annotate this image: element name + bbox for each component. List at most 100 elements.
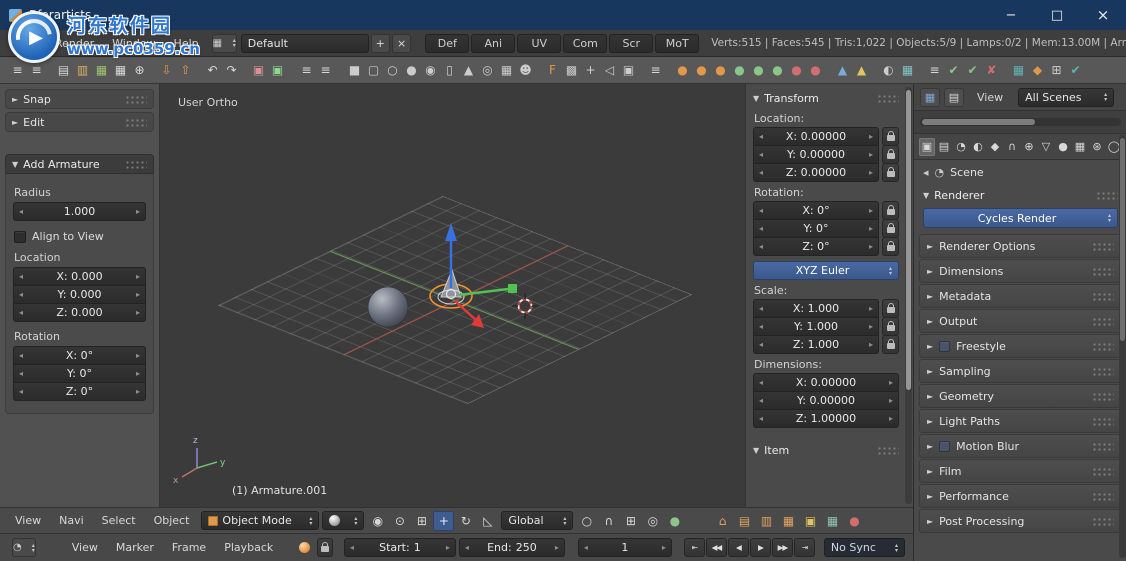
- add-armature-panel-header[interactable]: ▼ Add Armature: [5, 154, 154, 174]
- panel-grip[interactable]: [1096, 191, 1118, 200]
- group-icon[interactable]: ▥: [756, 511, 777, 531]
- lock-toggle[interactable]: [882, 335, 899, 354]
- location-field[interactable]: ◂ Z: 0.00000 ▸: [753, 163, 879, 182]
- panel-grip[interactable]: [877, 94, 899, 103]
- copy-menu-icon[interactable]: ⌂: [712, 511, 733, 531]
- add-icosphere-icon[interactable]: ◉: [421, 60, 440, 80]
- tab-material[interactable]: ●: [1055, 138, 1071, 156]
- tab-object[interactable]: ◆: [987, 138, 1003, 156]
- scrollbar-thumb[interactable]: [1120, 138, 1125, 341]
- properties-section-header[interactable]: ► Output: [919, 309, 1122, 333]
- play-button[interactable]: ▶: [750, 538, 771, 557]
- location-field[interactable]: ◂ Z: 0.000 ▸: [13, 303, 146, 322]
- increment-arrow-icon[interactable]: ▸: [134, 207, 142, 216]
- effector-icon-1[interactable]: ●: [787, 60, 806, 80]
- decrement-arrow-icon[interactable]: ◂: [757, 242, 765, 251]
- decrement-arrow-icon[interactable]: ◂: [757, 340, 765, 349]
- increment-arrow-icon[interactable]: ▸: [134, 387, 142, 396]
- decrement-arrow-icon[interactable]: ◂: [757, 414, 765, 423]
- dimension-field[interactable]: ◂ Z: 1.00000 ▸: [753, 409, 899, 428]
- rotation-field[interactable]: ◂ Y: 0° ▸: [13, 364, 146, 383]
- decrement-arrow-icon[interactable]: ◂: [17, 351, 25, 360]
- properties-section-header[interactable]: ► Renderer Options: [919, 234, 1122, 258]
- editor-type-button[interactable]: ▦ ▴▾: [212, 34, 237, 53]
- parent-icon[interactable]: ▦: [778, 511, 799, 531]
- next-keyframe-button[interactable]: ▶▶: [772, 538, 793, 557]
- transform-panel-header[interactable]: ▼ Transform: [753, 88, 899, 108]
- delete-layout-button[interactable]: ×: [392, 34, 411, 53]
- scale-field[interactable]: ◂ Z: 1.000 ▸: [753, 335, 879, 354]
- panel-grip[interactable]: [1092, 317, 1114, 326]
- increment-arrow-icon[interactable]: ▸: [660, 543, 668, 552]
- panel-grip[interactable]: [877, 446, 899, 455]
- screen-button[interactable]: Ani: [471, 34, 515, 53]
- manipulator-scale-icon[interactable]: ◺: [477, 511, 498, 531]
- end-frame-field[interactable]: ◂ End:250 ▸: [459, 538, 565, 557]
- increment-arrow-icon[interactable]: ▸: [867, 224, 875, 233]
- menu-item[interactable]: Select: [93, 514, 145, 527]
- lock-toggle[interactable]: [882, 219, 899, 238]
- translate-manipulator[interactable]: [445, 223, 517, 328]
- viewport-3d[interactable]: z y x User Ortho (1) Armature.001: [160, 84, 745, 507]
- tool-shelf-panel-header[interactable]: ► Snap: [5, 89, 154, 109]
- item-panel-header[interactable]: ▼ Item: [753, 440, 899, 460]
- opengl-render-icon[interactable]: ●: [664, 511, 685, 531]
- rotation-field[interactable]: ◂ X: 0° ▸: [753, 201, 879, 220]
- add-camera-icon[interactable]: ▣: [619, 60, 638, 80]
- decrement-arrow-icon[interactable]: ◂: [463, 543, 471, 552]
- align-to-view-checkbox[interactable]: Align to View: [14, 230, 145, 243]
- decrement-arrow-icon[interactable]: ◂: [757, 378, 765, 387]
- n-panel-scrollbar[interactable]: [905, 87, 912, 504]
- add-grid-icon[interactable]: ▦: [497, 60, 516, 80]
- minimize-button[interactable]: −: [988, 0, 1034, 30]
- physics-icon[interactable]: ▦: [1009, 60, 1028, 80]
- decrement-arrow-icon[interactable]: ◂: [17, 387, 25, 396]
- metaball-icon-2[interactable]: ●: [692, 60, 711, 80]
- panel-grip[interactable]: [1092, 367, 1114, 376]
- force-field-icon-2[interactable]: ●: [749, 60, 768, 80]
- jump-to-end-button[interactable]: ⇥: [794, 538, 815, 557]
- checkbox-icon[interactable]: [14, 231, 26, 243]
- panel-grip[interactable]: [1092, 392, 1114, 401]
- decrement-arrow-icon[interactable]: ◂: [17, 369, 25, 378]
- increment-arrow-icon[interactable]: ▸: [887, 414, 895, 423]
- panel-grip[interactable]: [1092, 417, 1114, 426]
- add-sphere-icon[interactable]: ●: [402, 60, 421, 80]
- increment-arrow-icon[interactable]: ▸: [867, 168, 875, 177]
- properties-section-header[interactable]: ► Motion Blur: [919, 434, 1122, 458]
- keying-lock-button[interactable]: [317, 538, 333, 557]
- start-frame-field[interactable]: ◂ Start:1 ▸: [344, 538, 456, 557]
- add-empty-icon[interactable]: +: [581, 60, 600, 80]
- add-text-icon[interactable]: F: [543, 60, 562, 80]
- screen-button[interactable]: Def: [425, 34, 469, 53]
- pivot-point-icon[interactable]: ◉: [367, 511, 388, 531]
- increment-arrow-icon[interactable]: ▸: [867, 206, 875, 215]
- manipulator-space-icon[interactable]: ○: [576, 511, 597, 531]
- menu-item[interactable]: Object: [145, 514, 199, 527]
- decrement-arrow-icon[interactable]: ◂: [757, 132, 765, 141]
- properties-section-header[interactable]: ► Sampling: [919, 359, 1122, 383]
- outliner-view-menu[interactable]: View: [968, 91, 1012, 104]
- screen-button[interactable]: Scr: [609, 34, 653, 53]
- menu-item[interactable]: View: [6, 514, 50, 527]
- decrement-arrow-icon[interactable]: ◂: [757, 168, 765, 177]
- layout-menu-icon[interactable]: ≡: [27, 60, 46, 80]
- increment-arrow-icon[interactable]: ▸: [867, 340, 875, 349]
- link-append-icon[interactable]: ⊕: [130, 60, 149, 80]
- increment-arrow-icon[interactable]: ▸: [553, 543, 561, 552]
- increment-arrow-icon[interactable]: ▸: [134, 290, 142, 299]
- tab-object-data[interactable]: ▽: [1038, 138, 1054, 156]
- panel-grip[interactable]: [1092, 492, 1114, 501]
- tab-world[interactable]: ◐: [970, 138, 986, 156]
- menu-item[interactable]: View: [63, 541, 107, 554]
- scale-field[interactable]: ◂ Y: 1.000 ▸: [753, 317, 879, 336]
- constraints-shortcut-icon[interactable]: ▦: [822, 511, 843, 531]
- decrement-arrow-icon[interactable]: ◂: [757, 304, 765, 313]
- render-image-icon[interactable]: ▣: [249, 60, 268, 80]
- previous-keyframe-button[interactable]: ◀◀: [706, 538, 727, 557]
- properties-scrollbar[interactable]: [1119, 135, 1126, 558]
- add-lamp-icon[interactable]: ▲: [852, 60, 871, 80]
- lock-toggle[interactable]: [882, 201, 899, 220]
- properties-section-header[interactable]: ► Light Paths: [919, 409, 1122, 433]
- section-checkbox[interactable]: [939, 341, 950, 352]
